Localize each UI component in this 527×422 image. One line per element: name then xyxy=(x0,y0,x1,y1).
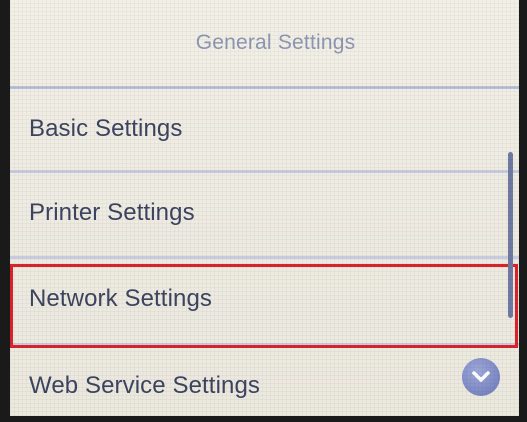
chevron-down-icon xyxy=(471,370,491,384)
lcd-screen: General Settings Basic Settings Printer … xyxy=(10,0,519,416)
menu-item-basic-settings[interactable]: Basic Settings xyxy=(10,89,502,169)
scrollbar-thumb[interactable] xyxy=(508,152,513,318)
menu-item-label: Basic Settings xyxy=(29,115,183,142)
menu-item-label: Network Settings xyxy=(29,285,213,312)
menu-item-printer-settings[interactable]: Printer Settings xyxy=(10,173,502,253)
menu-item-label: Web Service Settings xyxy=(29,372,260,399)
screen-header: General Settings xyxy=(10,0,519,86)
page-title: General Settings xyxy=(195,31,356,54)
menu-item-web-service-settings[interactable]: Web Service Settings xyxy=(10,346,502,416)
device-frame: General Settings Basic Settings Printer … xyxy=(0,0,527,422)
menu-item-network-settings[interactable]: Network Settings xyxy=(10,259,502,339)
menu-item-label: Printer Settings xyxy=(29,199,195,226)
scroll-down-button[interactable] xyxy=(462,358,500,396)
